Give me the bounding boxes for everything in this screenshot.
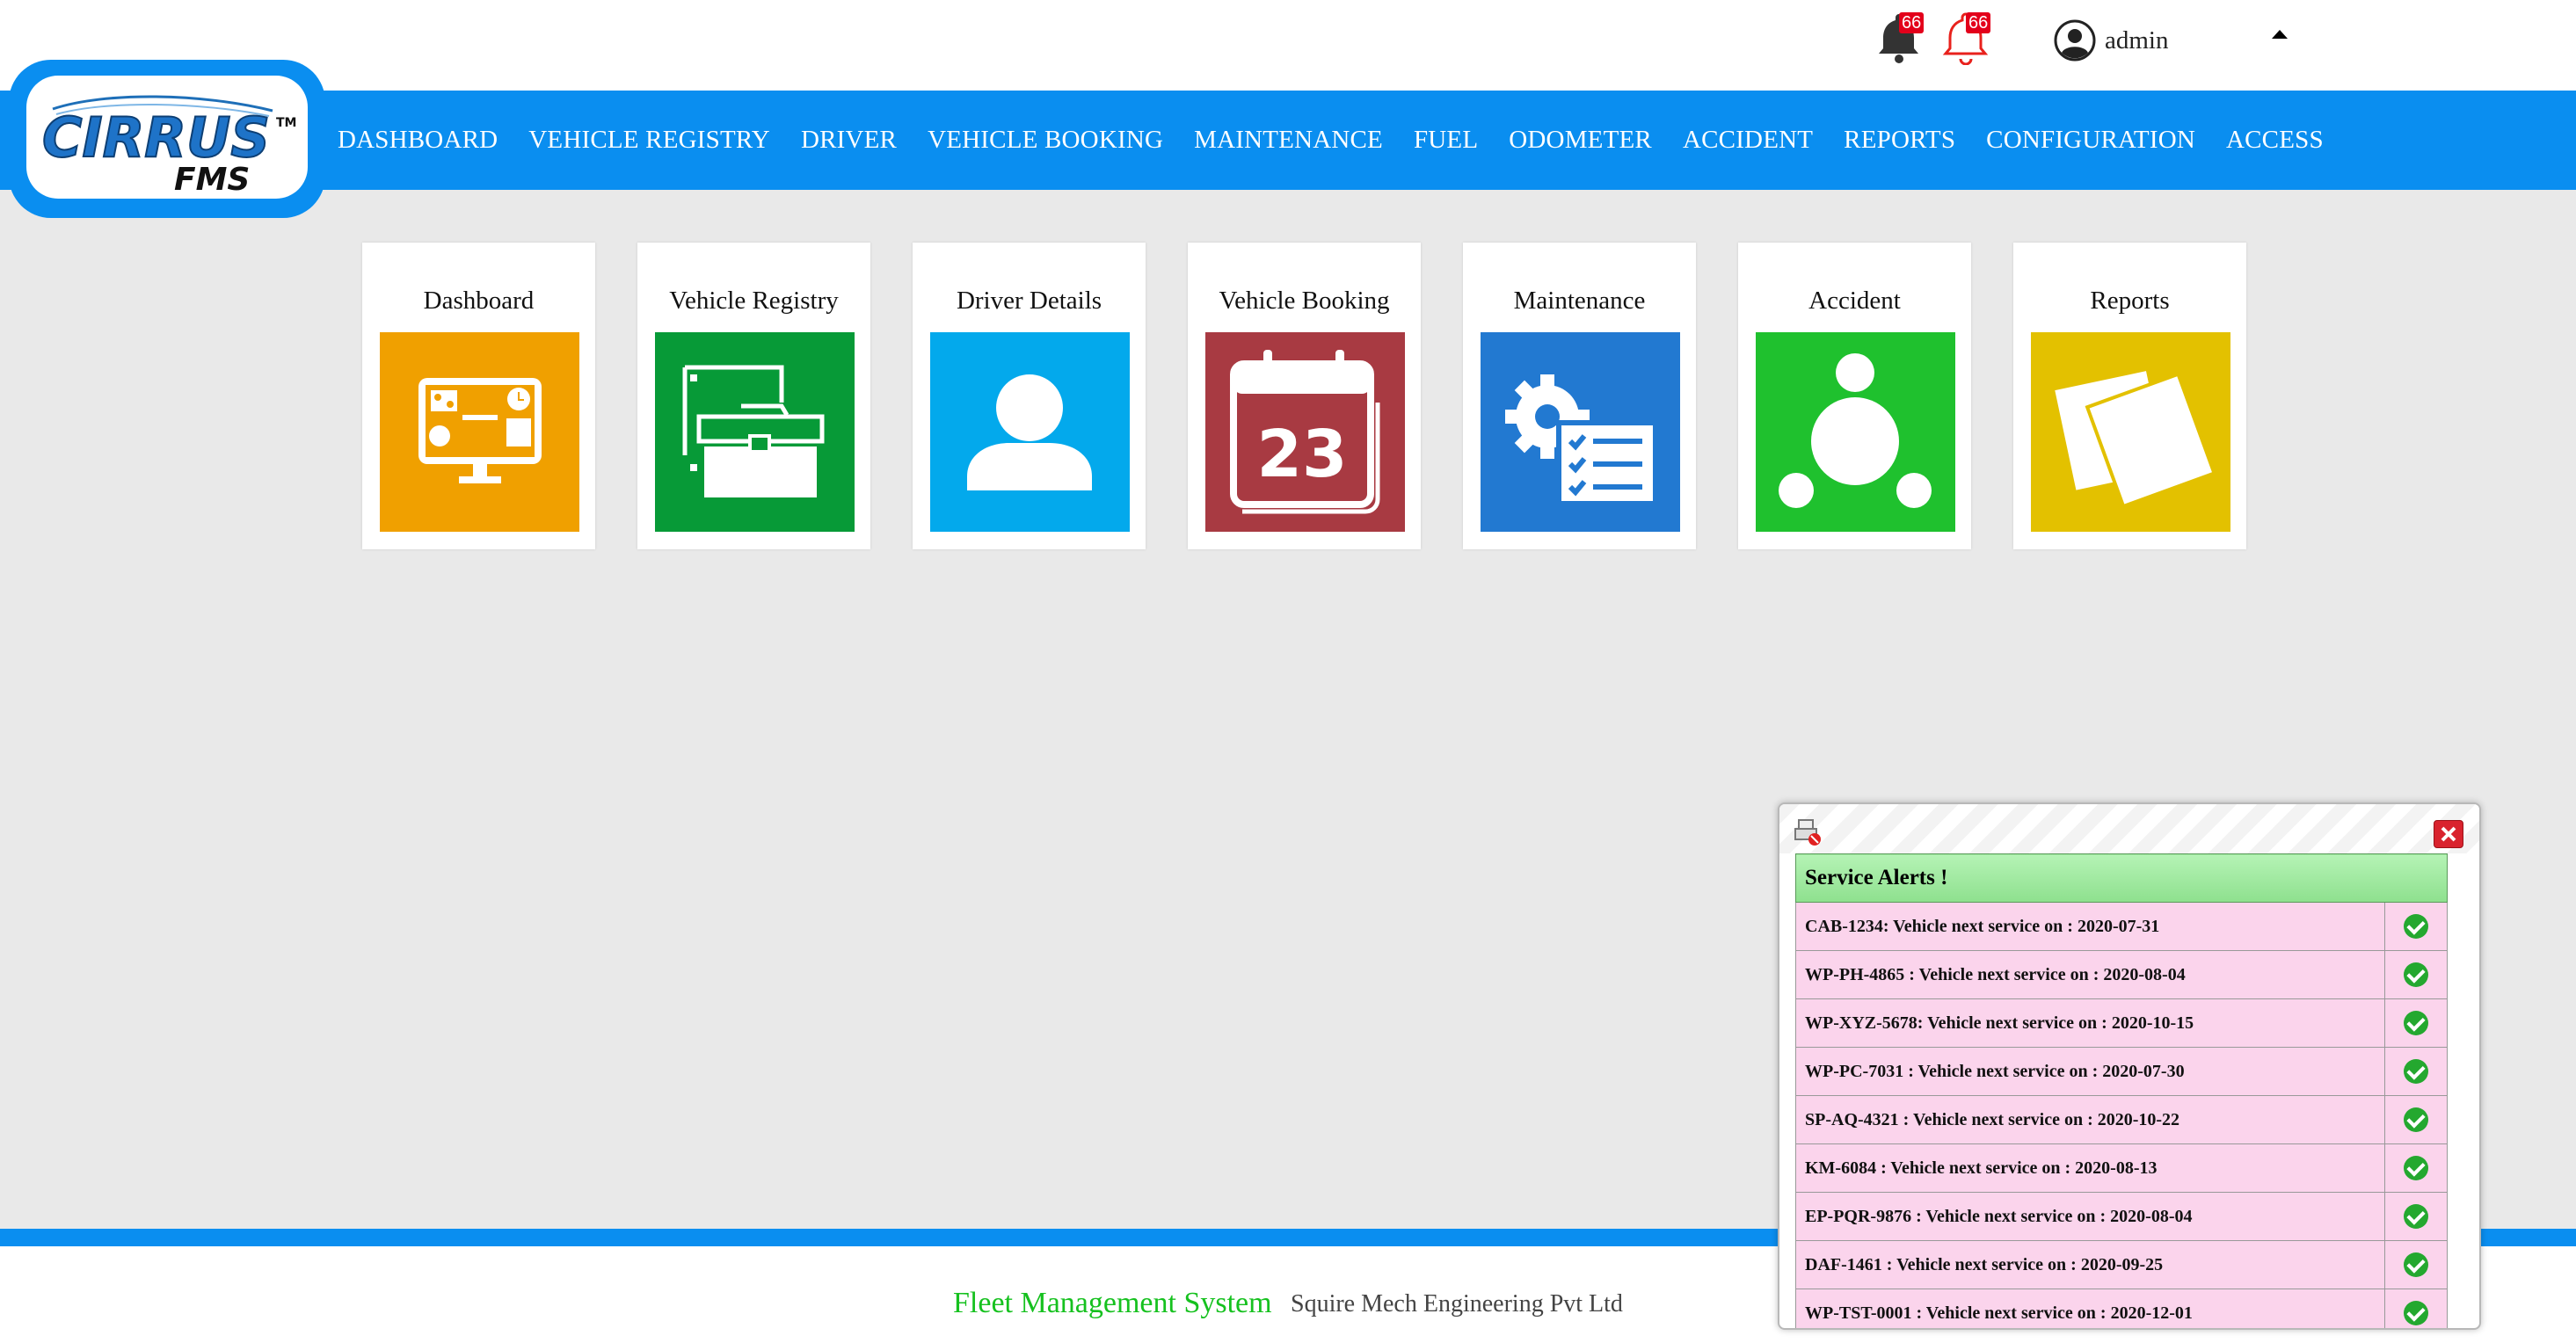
tile-label: Maintenance [1513, 287, 1646, 315]
nav-item-maintenance[interactable]: MAINTENANCE [1194, 126, 1383, 155]
check-icon[interactable] [2404, 914, 2428, 939]
alert-text: WP-XYZ-5678: Vehicle next service on : 2… [1795, 998, 2385, 1048]
tile-label: Vehicle Booking [1219, 287, 1390, 315]
service-alerts-popup: Service Alerts ! CAB-1234: Vehicle next … [1778, 802, 2481, 1330]
alert-text: EP-PQR-9876 : Vehicle next service on : … [1795, 1192, 2385, 1241]
logo-frame: CIRRUS TM FMS [9, 60, 325, 218]
tile-icon-box [380, 332, 579, 532]
module-tiles: Dashboard Vehicle Registry Driver Detail… [362, 243, 2289, 549]
tile-label: Reports [2090, 287, 2170, 315]
popup-title-bar[interactable] [1779, 804, 2479, 853]
tile-label: Dashboard [423, 287, 535, 315]
nav-item-access[interactable]: ACCESS [2226, 126, 2324, 155]
check-icon[interactable] [2404, 962, 2428, 987]
table-row: SP-AQ-4321 : Vehicle next service on : 2… [1795, 1095, 2448, 1144]
circles-network-icon [1779, 353, 1932, 508]
table-row: CAB-1234: Vehicle next service on : 2020… [1795, 902, 2448, 951]
nav-item-accident[interactable]: ACCIDENT [1683, 126, 1813, 155]
tile-icon-box [1756, 332, 1955, 532]
nav-item-driver[interactable]: DRIVER [801, 126, 897, 155]
user-avatar-icon [2054, 19, 2096, 62]
tile-label: Driver Details [956, 287, 1102, 315]
user-menu[interactable]: admin [2054, 16, 2169, 65]
close-button[interactable] [2434, 820, 2463, 848]
calendar-day-text: 23 [1257, 417, 1348, 492]
top-bar: 66 66 admin [0, 0, 2576, 91]
nav-item-dashboard[interactable]: DASHBOARD [338, 126, 498, 155]
tile-accident[interactable]: Accident [1738, 243, 1971, 549]
tile-label: Vehicle Registry [669, 287, 839, 315]
check-icon[interactable] [2404, 1011, 2428, 1035]
notification-bell-filled[interactable]: 66 [1871, 12, 1925, 65]
notification-bell-outline[interactable]: 66 [1938, 12, 1991, 66]
tile-label: Accident [1808, 287, 1901, 315]
logo-subtext: FMS [174, 162, 250, 198]
check-icon[interactable] [2404, 1059, 2428, 1084]
alert-count-badge: 66 [1966, 12, 1991, 33]
tile-icon-box [930, 332, 1130, 532]
username-label: admin [2105, 25, 2169, 54]
footer-system-name: Fleet Management System [953, 1287, 1272, 1319]
alert-text: KM-6084 : Vehicle next service on : 2020… [1795, 1143, 2385, 1193]
person-icon [967, 374, 1092, 490]
nav-item-reports[interactable]: REPORTS [1844, 126, 1955, 155]
table-row: EP-PQR-9876 : Vehicle next service on : … [1795, 1192, 2448, 1241]
check-icon[interactable] [2404, 1156, 2428, 1180]
nav-item-fuel[interactable]: FUEL [1414, 126, 1478, 155]
toolbox-icon [682, 365, 825, 497]
notification-count-badge: 66 [1899, 12, 1925, 33]
check-icon[interactable] [2404, 1252, 2428, 1277]
table-row: WP-TST-0001 : Vehicle next service on : … [1795, 1289, 2448, 1328]
check-icon[interactable] [2404, 1204, 2428, 1229]
service-alerts-table: Service Alerts ! CAB-1234: Vehicle next … [1795, 853, 2448, 1328]
tile-vehicle-registry[interactable]: Vehicle Registry [637, 243, 870, 549]
tile-maintenance[interactable]: Maintenance [1463, 243, 1696, 549]
alert-text: WP-PC-7031 : Vehicle next service on : 2… [1795, 1047, 2385, 1096]
gear-checklist-icon [1505, 374, 1656, 505]
user-menu-caret-icon[interactable] [2272, 30, 2288, 39]
notes-icon [2050, 367, 2217, 509]
alert-text: CAB-1234: Vehicle next service on : 2020… [1795, 902, 2385, 951]
cirrus-fms-logo-icon: CIRRUS TM FMS [41, 95, 296, 198]
alert-text: WP-TST-0001 : Vehicle next service on : … [1795, 1289, 2385, 1328]
nav-item-configuration[interactable]: CONFIGURATION [1986, 126, 2195, 155]
tile-dashboard[interactable]: Dashboard [362, 243, 595, 549]
close-icon [2441, 826, 2456, 842]
tile-icon-box [2031, 332, 2230, 532]
footer-company-name: Squire Mech Engineering Pvt Ltd [1291, 1290, 1623, 1318]
nav-item-odometer[interactable]: ODOMETER [1509, 126, 1652, 155]
nav-item-vehicle-registry[interactable]: VEHICLE REGISTRY [528, 126, 770, 155]
service-alerts-title: Service Alerts ! [1795, 853, 2448, 903]
tile-icon-box [1481, 332, 1680, 532]
table-row: DAF-1461 : Vehicle next service on : 202… [1795, 1240, 2448, 1289]
tile-vehicle-booking[interactable]: Vehicle Booking 23 [1188, 243, 1421, 549]
logo-text: CIRRUS [42, 105, 270, 170]
table-row: WP-PH-4865 : Vehicle next service on : 2… [1795, 950, 2448, 999]
tile-icon-box: 23 [1205, 332, 1405, 532]
tile-icon-box [655, 332, 855, 532]
tile-driver-details[interactable]: Driver Details [913, 243, 1146, 549]
table-row: WP-XYZ-5678: Vehicle next service on : 2… [1795, 998, 2448, 1048]
calendar-icon: 23 [1230, 350, 1380, 514]
alert-text: WP-PH-4865 : Vehicle next service on : 2… [1795, 950, 2385, 999]
printer-alert-icon [1794, 819, 1821, 846]
check-icon[interactable] [2404, 1301, 2428, 1325]
alert-text: SP-AQ-4321 : Vehicle next service on : 2… [1795, 1095, 2385, 1144]
table-row: KM-6084 : Vehicle next service on : 2020… [1795, 1143, 2448, 1193]
nav-menu: DASHBOARD VEHICLE REGISTRY DRIVER VEHICL… [338, 91, 2354, 190]
brand-logo[interactable]: CIRRUS TM FMS [26, 76, 308, 199]
tile-reports[interactable]: Reports [2013, 243, 2246, 549]
check-icon[interactable] [2404, 1107, 2428, 1132]
monitor-dashboard-icon [418, 378, 542, 483]
table-row: WP-PC-7031 : Vehicle next service on : 2… [1795, 1047, 2448, 1096]
nav-item-vehicle-booking[interactable]: VEHICLE BOOKING [928, 126, 1163, 155]
alert-text: DAF-1461 : Vehicle next service on : 202… [1795, 1240, 2385, 1289]
logo-trademark: TM [276, 116, 296, 130]
